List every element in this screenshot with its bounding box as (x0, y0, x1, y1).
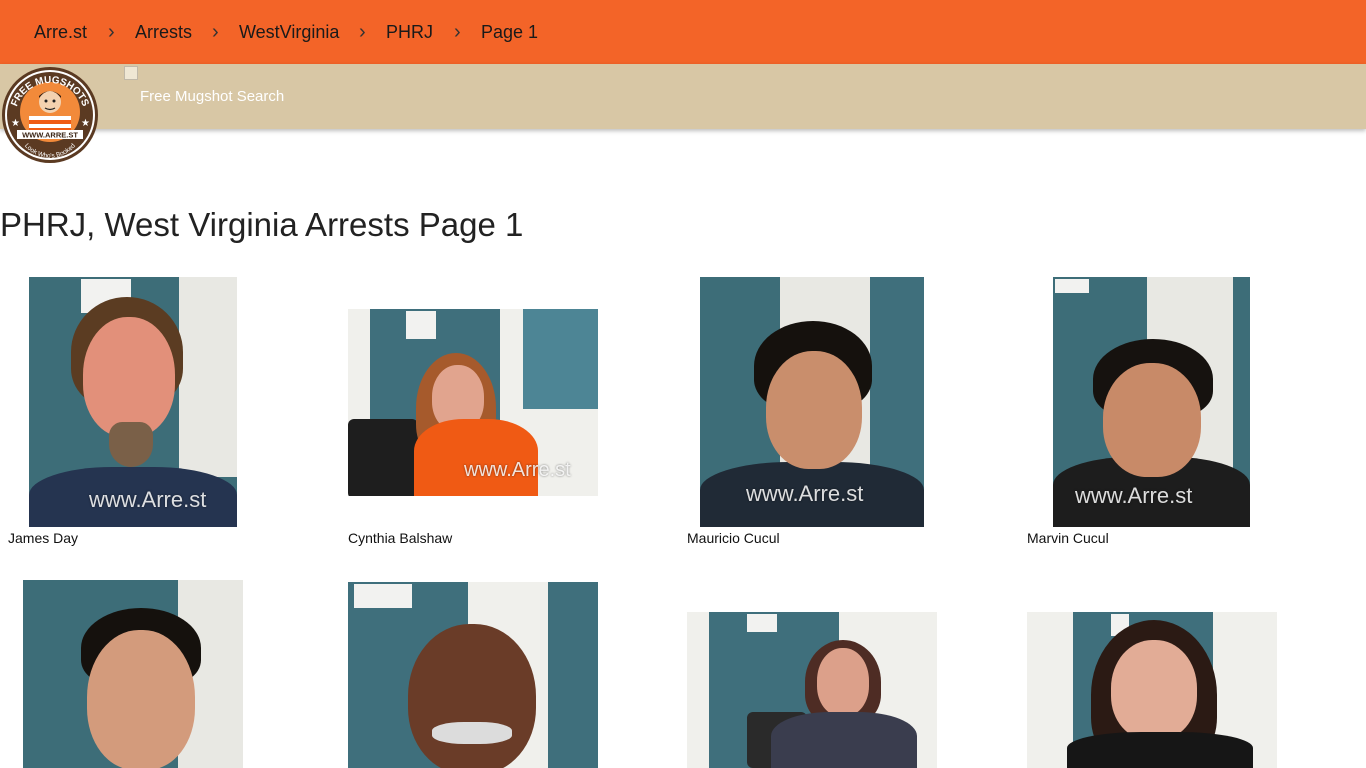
star-icon: ★ (11, 118, 20, 129)
breadcrumb-state-link[interactable]: WestVirginia (239, 0, 339, 64)
mugshot-image[interactable] (1027, 612, 1277, 768)
watermark-text: www.Arre.st (1075, 483, 1193, 508)
mugshot-image[interactable] (348, 582, 598, 768)
breadcrumb-facility-link[interactable]: PHRJ (386, 0, 433, 64)
arrestee-name[interactable]: Marvin Cucul (1027, 530, 1109, 546)
star-icon: ★ (81, 118, 90, 129)
breadcrumb-page-link[interactable]: Page 1 (481, 0, 538, 64)
breadcrumb-home-link[interactable]: Arre.st (34, 0, 87, 64)
mugshot-image[interactable]: www.Arre.st (1053, 277, 1250, 527)
arrestee-name[interactable]: Mauricio Cucul (687, 530, 780, 546)
watermark-text: www.Arre.st (746, 481, 864, 506)
chevron-right-icon: › (359, 21, 366, 43)
chevron-right-icon: › (108, 21, 115, 43)
free-mugshots-logo[interactable]: FREE MUGSHOTS WWW.ARRE.ST Look Who's Boo… (1, 66, 99, 164)
mugshot-image[interactable]: www.Arre.st (29, 277, 237, 527)
chevron-right-icon: › (212, 21, 219, 43)
mugshot-image[interactable] (687, 612, 937, 768)
mugshot-image[interactable] (23, 580, 243, 768)
page-title: PHRJ, West Virginia Arrests Page 1 (0, 206, 524, 243)
breadcrumb-bar: Arre.st › Arrests › WestVirginia › PHRJ … (0, 0, 1366, 64)
arrestee-name[interactable]: Cynthia Balshaw (348, 530, 452, 546)
logo-url-text: WWW.ARRE.ST (22, 131, 78, 140)
free-mugshot-search-link[interactable]: Free Mugshot Search (140, 88, 284, 105)
watermark-text: www.Arre.st (89, 487, 207, 512)
mugshot-image[interactable]: www.Arre.st (348, 309, 598, 496)
mugshot-image[interactable]: www.Arre.st (700, 277, 924, 527)
broken-image-icon (124, 66, 138, 80)
arrestee-name[interactable]: James Day (8, 530, 78, 546)
breadcrumb-arrests-link[interactable]: Arrests (135, 0, 192, 64)
chevron-right-icon: › (454, 21, 461, 43)
watermark-text: www.Arre.st (464, 459, 571, 481)
